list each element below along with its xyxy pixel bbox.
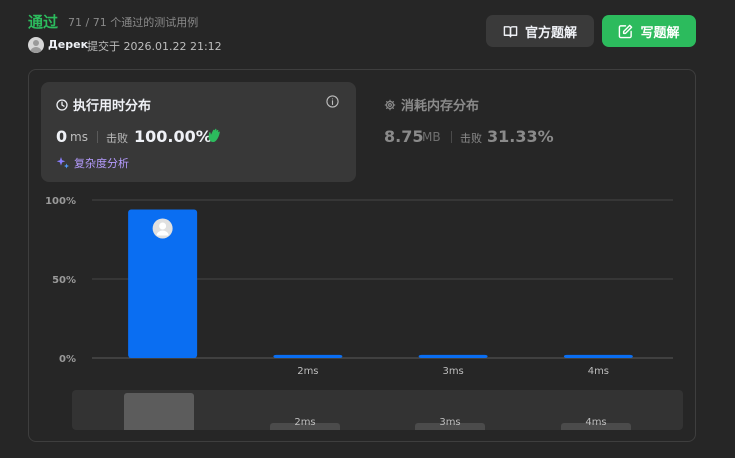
y-tick-label: 100% — [45, 196, 76, 207]
overview-selected-window[interactable] — [124, 393, 194, 430]
runtime-bar — [418, 354, 488, 358]
overview-tick-label: 3ms — [439, 417, 461, 428]
runtime-bar — [273, 354, 343, 358]
overview-tick: 2ms — [270, 418, 340, 430]
y-tick-label: 50% — [52, 275, 76, 286]
x-tick-label: 2ms — [297, 366, 318, 377]
overview-tick-label: 2ms — [294, 417, 316, 428]
overview-tick-label: 4ms — [585, 417, 607, 428]
y-tick-label: 0% — [59, 354, 76, 365]
runtime-bar — [563, 354, 633, 358]
overview-tick: 3ms — [415, 418, 485, 430]
overview-tick: 4ms — [561, 418, 631, 430]
x-tick-label: 3ms — [442, 366, 463, 377]
user-marker-head — [159, 222, 167, 230]
x-tick-label: 4ms — [588, 366, 609, 377]
